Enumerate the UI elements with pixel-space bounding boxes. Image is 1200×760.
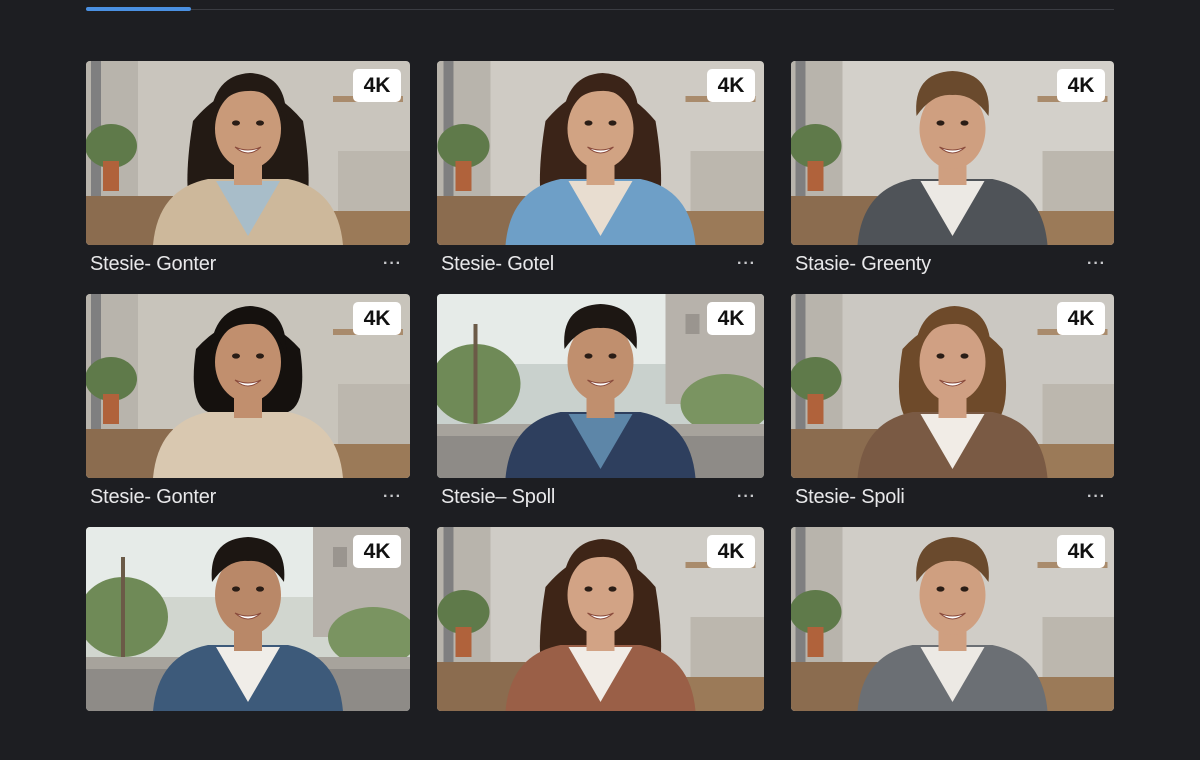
video-grid: 4K Stesie- Gonter ··· 4K Stesie- Gotel ··· [86,61,1114,760]
video-card[interactable]: 4K Stesie- Spoli ··· [791,294,1114,527]
video-title[interactable]: Stesie- Spoli [795,486,905,509]
video-caption: Stesie- Gonter ··· [90,251,406,277]
more-options-icon[interactable]: ··· [1083,489,1110,505]
resolution-badge: 4K [1057,302,1105,335]
resolution-badge: 4K [353,535,401,568]
more-options-icon[interactable]: ··· [1083,256,1110,272]
resolution-badge: 4K [707,302,755,335]
resolution-badge: 4K [353,69,401,102]
video-card[interactable]: 4K Stesie- Gotel ··· [437,61,764,294]
video-card[interactable]: 4K [437,527,764,760]
active-tab-indicator[interactable] [86,7,191,11]
video-caption: Stasie- Greenty ··· [795,251,1110,277]
video-caption: Stesie- Spoli ··· [795,484,1110,510]
video-caption: Stesie- Gotel ··· [441,251,760,277]
video-title[interactable]: Stesie- Gotel [441,253,554,276]
more-options-icon[interactable]: ··· [733,256,760,272]
video-title[interactable]: Stesie- Gonter [90,486,216,509]
video-card[interactable]: 4K [791,527,1114,760]
video-card[interactable]: 4K Stasie- Greenty ··· [791,61,1114,294]
more-options-icon[interactable]: ··· [733,489,760,505]
video-card[interactable]: 4K Stesie- Gonter ··· [86,294,410,527]
tab-strip-divider [86,9,1114,10]
resolution-badge: 4K [353,302,401,335]
video-card[interactable]: 4K [86,527,410,760]
more-options-icon[interactable]: ··· [379,256,406,272]
video-caption: Stesie- Gonter ··· [90,484,406,510]
video-card[interactable]: 4K Stesie- Gonter ··· [86,61,410,294]
tab-strip [86,0,1114,12]
more-options-icon[interactable]: ··· [379,489,406,505]
resolution-badge: 4K [1057,69,1105,102]
video-title[interactable]: Stesie- Gonter [90,253,216,276]
video-caption: Stesie– Spoll ··· [441,484,760,510]
video-title[interactable]: Stesie– Spoll [441,486,555,509]
video-card[interactable]: 4K Stesie– Spoll ··· [437,294,764,527]
resolution-badge: 4K [707,535,755,568]
resolution-badge: 4K [707,69,755,102]
resolution-badge: 4K [1057,535,1105,568]
video-title[interactable]: Stasie- Greenty [795,253,931,276]
